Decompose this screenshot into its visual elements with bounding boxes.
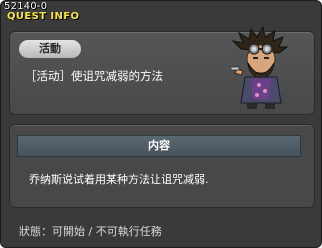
quest-status: 狀態：可開始 / 不可執行任務 [19, 225, 162, 238]
quest-category-badge: 活動 [19, 40, 81, 58]
quest-info-window: 52140-0 QUEST INFO 活動 ［活动］使诅咒减弱的方法 内容 乔纳 [0, 0, 322, 248]
window-title: QUEST INFO [7, 11, 80, 22]
content-description: 乔纳斯说试着用某种方法让诅咒减弱. [29, 173, 209, 186]
npc-portrait-icon [230, 25, 289, 109]
content-header: 内容 [17, 135, 301, 157]
quest-name: ［活动］使诅咒减弱的方法 [25, 69, 163, 83]
